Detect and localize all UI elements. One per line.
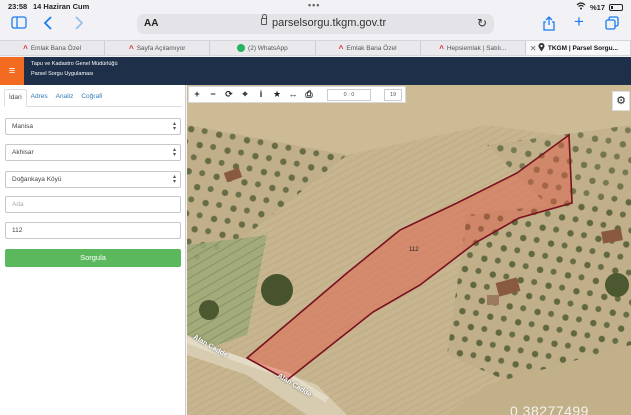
emlakjet-icon: ^ xyxy=(338,43,344,53)
zoom-out-icon[interactable]: − xyxy=(205,87,221,102)
emlakjet-icon: ^ xyxy=(129,43,134,53)
satellite-map[interactable]: Alan Cadde Alan Cadde 112 xyxy=(187,85,631,415)
parsel-value: 112 xyxy=(12,227,23,234)
tab-sayfa-acilamiyor[interactable]: ^ Sayfa Açılamıyor xyxy=(105,41,211,55)
battery-percent: %17 xyxy=(589,2,605,12)
select-arrows-icon: ▴ ▾ xyxy=(172,174,176,185)
tab-emlak-bana-ozel-2[interactable]: ^ Emlak Bana Özel xyxy=(316,41,421,55)
tab-cografi[interactable]: Coğrafi xyxy=(77,89,106,107)
query-sidebar: İdari Adres Analiz Coğrafi Manisa ▴ ▾ Akh… xyxy=(0,85,186,415)
tab-label: Hepsiemlak | Satılı... xyxy=(446,44,507,52)
info-icon[interactable]: i xyxy=(253,87,269,102)
tabs-overview-icon[interactable] xyxy=(605,16,619,33)
measure-icon[interactable]: ↔ xyxy=(285,87,301,102)
ilce-select[interactable]: Akhisar ▴ ▾ xyxy=(5,144,181,161)
wifi-icon xyxy=(576,2,586,12)
tab-hepsiemlak[interactable]: ^ Hepsiemlak | Satılı... xyxy=(421,41,526,55)
coordinate-readout: 0 : 0 xyxy=(327,89,371,101)
header-title: Tapu ve Kadastro Genel Müdürlüğü xyxy=(31,61,118,67)
print-icon[interactable]: ⎙ xyxy=(301,87,317,102)
back-icon[interactable] xyxy=(43,16,53,33)
tab-label: Sayfa Açılamıyor xyxy=(136,44,186,52)
ada-placeholder: Ada xyxy=(12,201,24,208)
reload-icon[interactable]: ↻ xyxy=(477,16,487,30)
il-value: Manisa xyxy=(12,123,33,130)
tab-analiz[interactable]: Analiz xyxy=(52,89,78,107)
select-arrows-icon: ▴ ▾ xyxy=(172,121,176,132)
address-bar[interactable]: AA parselsorgu.tkgm.gov.tr ↻ xyxy=(137,14,494,34)
status-time: 23:58 xyxy=(8,2,28,11)
settings-gear-icon[interactable]: ⚙ xyxy=(612,91,630,111)
emlakjet-icon: ^ xyxy=(439,43,444,53)
location-icon xyxy=(538,42,545,54)
map-toolbar: + − ⟳ ⌖ i ★ ↔ ⎙ 0 : 0 19 xyxy=(188,86,406,103)
mahalle-value: Doğankaya Köyü xyxy=(12,176,62,183)
locate-icon[interactable]: ⌖ xyxy=(237,87,253,102)
tab-whatsapp[interactable]: (2) WhatsApp xyxy=(210,41,316,55)
ilce-value: Akhisar xyxy=(12,149,34,156)
sidebar-toggle-icon[interactable] xyxy=(11,16,27,32)
ada-input[interactable]: Ada xyxy=(5,196,181,213)
emlakjet-icon: ^ xyxy=(23,43,28,53)
header-subtitle: Parsel Sorgu Uygulaması xyxy=(31,71,94,77)
tab-adres[interactable]: Adres xyxy=(27,89,52,107)
forward-icon[interactable] xyxy=(74,16,84,33)
parsel-input[interactable]: 112 xyxy=(5,222,181,239)
lock-icon xyxy=(261,14,267,25)
mahalle-select[interactable]: Doğankaya Köyü ▴ ▾ xyxy=(5,171,181,188)
tab-emlak-bana-ozel[interactable]: ^ Emlak Bana Özel xyxy=(0,41,106,55)
battery-icon xyxy=(609,3,623,11)
tab-idari[interactable]: İdari xyxy=(4,89,27,107)
tab-label: Emlak Bana Özel xyxy=(346,44,397,52)
sidebar-tabs: İdari Adres Analiz Coğrafi xyxy=(4,89,182,107)
sorgula-button[interactable]: Sorgula xyxy=(5,249,181,267)
app-header: ≡ Tapu ve Kadastro Genel Müdürlüğü Parse… xyxy=(0,57,631,85)
url-text[interactable]: parselsorgu.tkgm.gov.tr xyxy=(272,17,386,29)
status-bar: 23:58 14 Haziran Cum ••• %17 xyxy=(0,0,631,12)
share-icon[interactable] xyxy=(543,16,555,34)
tab-label: TKGM | Parsel Sorgu... xyxy=(547,44,618,52)
bookmark-star-icon[interactable]: ★ xyxy=(269,87,285,102)
tab-tkgm-parsel-sorgu[interactable]: ✕ TKGM | Parsel Sorgu... xyxy=(525,41,631,55)
whatsapp-icon xyxy=(237,44,246,52)
close-tab-icon[interactable]: ✕ xyxy=(530,44,537,53)
browser-tab-bar: ^ Emlak Bana Özel ^ Sayfa Açılamıyor (2)… xyxy=(0,40,631,56)
parcel-number-label: 112 xyxy=(409,247,419,253)
status-date: 14 Haziran Cum xyxy=(33,2,90,11)
phone-watermark: 0 38277499 xyxy=(510,403,589,415)
multitask-dots-icon[interactable]: ••• xyxy=(308,0,320,10)
reader-aa-button[interactable]: AA xyxy=(144,18,158,29)
zoom-level: 19 xyxy=(384,89,402,101)
parcel-polygon xyxy=(245,133,573,381)
menu-icon[interactable]: ≡ xyxy=(0,57,24,85)
tab-label: (2) WhatsApp xyxy=(248,44,288,52)
new-tab-icon[interactable]: + xyxy=(574,13,584,30)
il-select[interactable]: Manisa ▴ ▾ xyxy=(5,118,181,135)
tab-label: Emlak Bana Özel xyxy=(30,44,82,52)
select-arrows-icon: ▴ ▾ xyxy=(172,147,176,158)
refresh-icon[interactable]: ⟳ xyxy=(221,87,237,102)
zoom-in-icon[interactable]: + xyxy=(189,87,205,102)
